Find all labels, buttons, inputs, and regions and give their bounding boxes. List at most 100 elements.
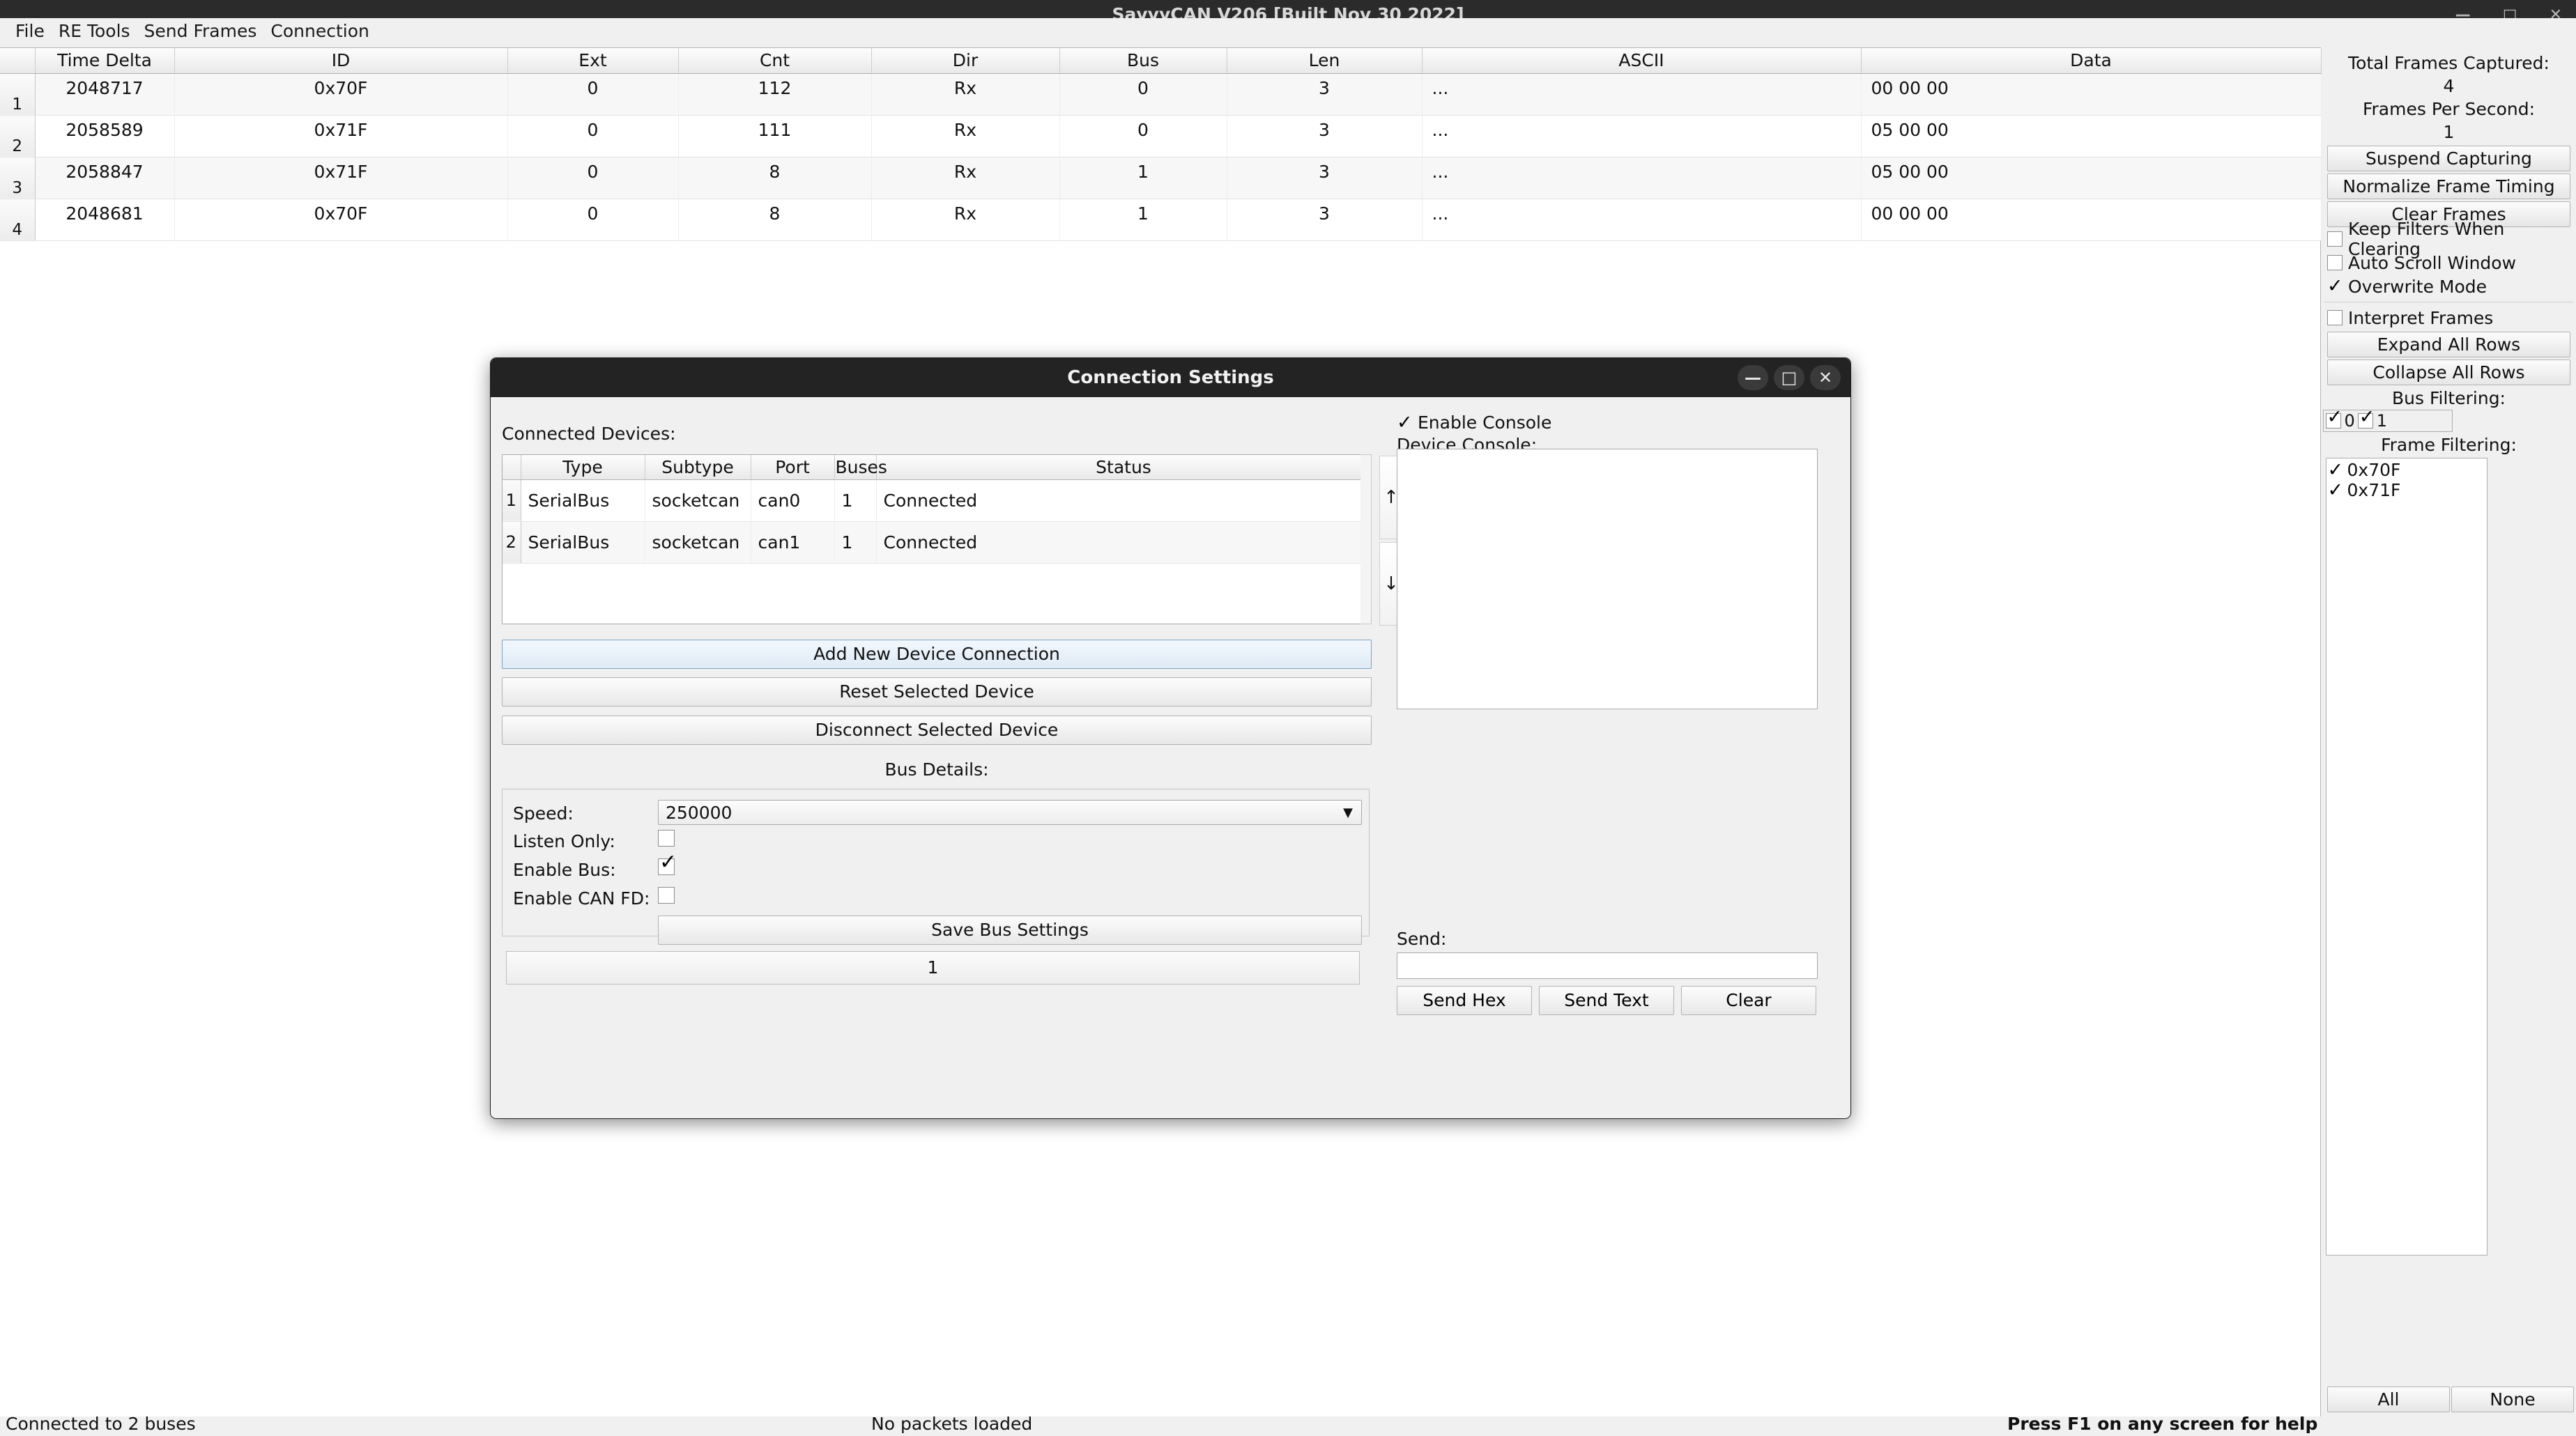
overwrite-mode-checkbox[interactable]: ✓ Overwrite Mode bbox=[2322, 275, 2576, 298]
frame-filter-list[interactable]: ✓ 0x70F ✓ 0x71F bbox=[2325, 458, 2487, 1256]
cell-cnt: 112 bbox=[678, 73, 872, 116]
expand-all-rows-button[interactable]: Expand All Rows bbox=[2327, 332, 2570, 357]
frame-filter-label: 0x71F bbox=[2347, 480, 2401, 500]
menu-send-frames[interactable]: Send Frames bbox=[144, 20, 271, 43]
bus-filter-item-0[interactable]: 0 bbox=[2325, 408, 2355, 431]
send-hex-button[interactable]: Send Hex bbox=[1397, 986, 1532, 1015]
capture-control-panel: Total Frames Captured: 4 Frames Per Seco… bbox=[2322, 47, 2576, 1416]
frames-col-ascii[interactable]: ASCII bbox=[1422, 48, 1862, 74]
table-row[interactable]: 2 2058589 0x71F 0 111 Rx 0 3 ... 05 00 0… bbox=[0, 115, 2322, 157]
cell-data: 00 00 00 bbox=[1861, 199, 2322, 241]
table-row[interactable]: 3 2058847 0x71F 0 8 Rx 1 3 ... 05 00 00 bbox=[0, 157, 2322, 199]
bus-selector-slider[interactable]: 1 bbox=[506, 951, 1360, 985]
dialog-minimize-icon[interactable]: — bbox=[1738, 365, 1768, 390]
cell-data: 05 00 00 bbox=[1861, 157, 2322, 199]
dialog-close-icon[interactable]: ✕ bbox=[1810, 365, 1841, 390]
enable-bus-checkbox[interactable] bbox=[658, 852, 677, 875]
frames-col-cnt[interactable]: Cnt bbox=[678, 48, 872, 74]
filter-all-button[interactable]: All bbox=[2327, 1387, 2450, 1412]
cell-time-delta: 2048717 bbox=[35, 73, 175, 116]
cell-ext: 0 bbox=[507, 115, 679, 157]
row-number: 4 bbox=[0, 199, 36, 241]
frames-col-time-delta[interactable]: Time Delta bbox=[35, 48, 175, 74]
cell-device-type: SerialBus bbox=[521, 479, 645, 522]
total-frames-value: 4 bbox=[2443, 76, 2455, 96]
cell-cnt: 8 bbox=[678, 199, 872, 241]
devices-col-subtype[interactable]: Subtype bbox=[645, 455, 751, 480]
cell-data: 05 00 00 bbox=[1861, 115, 2322, 157]
cell-id: 0x71F bbox=[174, 115, 508, 157]
table-row[interactable]: 1 2048717 0x70F 0 112 Rx 0 3 ... 00 00 0… bbox=[0, 73, 2322, 116]
table-row[interactable]: 4 2048681 0x70F 0 8 Rx 1 3 ... 00 00 00 bbox=[0, 199, 2322, 241]
cell-ascii: ... bbox=[1422, 157, 1862, 199]
cell-len: 3 bbox=[1227, 199, 1423, 241]
menu-re-tools[interactable]: RE Tools bbox=[59, 20, 144, 43]
window-controls: — □ ✕ bbox=[2455, 0, 2562, 18]
cell-len: 3 bbox=[1227, 157, 1423, 199]
auto-scroll-label: Auto Scroll Window bbox=[2348, 252, 2517, 273]
window-titlebar: SavvyCAN V206 [Built Nov 30 2022] — □ ✕ bbox=[0, 0, 2576, 18]
listen-only-label: Listen Only: bbox=[513, 831, 615, 851]
cell-device-type: SerialBus bbox=[521, 521, 645, 564]
save-bus-settings-button[interactable]: Save Bus Settings bbox=[658, 916, 1362, 945]
devices-col-type[interactable]: Type bbox=[521, 455, 645, 480]
filter-none-button[interactable]: None bbox=[2451, 1387, 2574, 1412]
disconnect-selected-device-button[interactable]: Disconnect Selected Device bbox=[502, 716, 1372, 745]
frames-table-header-row: Time Delta ID Ext Cnt Dir Bus Len ASCII … bbox=[0, 48, 2322, 74]
listen-only-checkbox[interactable] bbox=[658, 830, 675, 847]
fps-value: 1 bbox=[2443, 122, 2455, 142]
enable-bus-label: Enable Bus: bbox=[513, 860, 616, 880]
send-text-button[interactable]: Send Text bbox=[1539, 986, 1674, 1015]
frames-col-len[interactable]: Len bbox=[1227, 48, 1423, 74]
close-icon[interactable]: ✕ bbox=[2550, 6, 2562, 18]
minimize-icon[interactable]: — bbox=[2455, 6, 2471, 18]
add-new-device-connection-button[interactable]: Add New Device Connection bbox=[502, 640, 1372, 669]
collapse-all-rows-button[interactable]: Collapse All Rows bbox=[2327, 360, 2570, 385]
table-row[interactable]: 1 SerialBus socketcan can0 1 Connected bbox=[503, 479, 1371, 522]
devices-table-scrollbar[interactable] bbox=[1360, 454, 1372, 624]
connected-devices-table-container[interactable]: Type Subtype Port Buses Status 1 SerialB… bbox=[502, 454, 1372, 624]
devices-col-status[interactable]: Status bbox=[876, 455, 1371, 480]
cell-device-port: can0 bbox=[751, 479, 835, 522]
enable-console-checkbox[interactable]: ✓ Enable Console bbox=[1397, 412, 1551, 433]
cell-id: 0x70F bbox=[174, 199, 508, 241]
maximize-icon[interactable]: □ bbox=[2503, 6, 2517, 18]
table-row[interactable]: 2 SerialBus socketcan can1 1 Connected bbox=[503, 521, 1371, 564]
reset-selected-device-button[interactable]: Reset Selected Device bbox=[502, 677, 1372, 707]
speed-combobox[interactable]: 250000 ▼ bbox=[658, 800, 1362, 825]
interpret-frames-checkbox[interactable]: Interpret Frames bbox=[2322, 306, 2576, 330]
frames-col-dir[interactable]: Dir bbox=[871, 48, 1060, 74]
cell-bus: 0 bbox=[1059, 73, 1227, 116]
check-icon: ✓ bbox=[2327, 458, 2344, 481]
list-item[interactable]: ✓ 0x71F bbox=[2328, 480, 2487, 500]
cell-cnt: 111 bbox=[678, 115, 872, 157]
suspend-capturing-button[interactable]: Suspend Capturing bbox=[2327, 146, 2570, 171]
dialog-titlebar: Connection Settings — □ ✕ bbox=[491, 358, 1850, 397]
filter-all-none-buttons: All None bbox=[2327, 1387, 2574, 1412]
clear-console-button[interactable]: Clear bbox=[1681, 986, 1816, 1015]
send-input[interactable] bbox=[1397, 952, 1818, 979]
devices-col-port[interactable]: Port bbox=[751, 455, 835, 480]
bus-filter-item-1[interactable]: 1 bbox=[2357, 408, 2388, 431]
status-packets: No packets loaded bbox=[871, 1414, 1033, 1434]
devices-col-rownum bbox=[503, 455, 521, 480]
bus-filter-list[interactable]: 0 1 bbox=[2322, 408, 2453, 432]
menu-connection[interactable]: Connection bbox=[270, 20, 383, 43]
cell-len: 3 bbox=[1227, 73, 1423, 116]
device-console-output[interactable] bbox=[1397, 449, 1818, 709]
checkbox-icon bbox=[2327, 255, 2343, 270]
bus-filter-label: 1 bbox=[2376, 411, 2388, 431]
keep-filters-when-clearing-checkbox[interactable]: Keep Filters When Clearing bbox=[2322, 219, 2576, 259]
frames-col-bus[interactable]: Bus bbox=[1059, 48, 1227, 74]
normalize-frame-timing-button[interactable]: Normalize Frame Timing bbox=[2327, 173, 2570, 199]
frames-col-ext[interactable]: Ext bbox=[507, 48, 679, 74]
frames-col-data[interactable]: Data bbox=[1861, 48, 2322, 74]
menu-file[interactable]: File bbox=[13, 20, 59, 43]
dialog-maximize-icon[interactable]: □ bbox=[1774, 365, 1804, 390]
overwrite-mode-label: Overwrite Mode bbox=[2348, 276, 2487, 297]
list-item[interactable]: ✓ 0x70F bbox=[2328, 460, 2487, 480]
enable-canfd-checkbox[interactable] bbox=[658, 887, 675, 904]
frames-col-id[interactable]: ID bbox=[174, 48, 508, 74]
row-number: 1 bbox=[503, 479, 521, 522]
devices-col-buses[interactable]: Buses bbox=[834, 455, 887, 480]
